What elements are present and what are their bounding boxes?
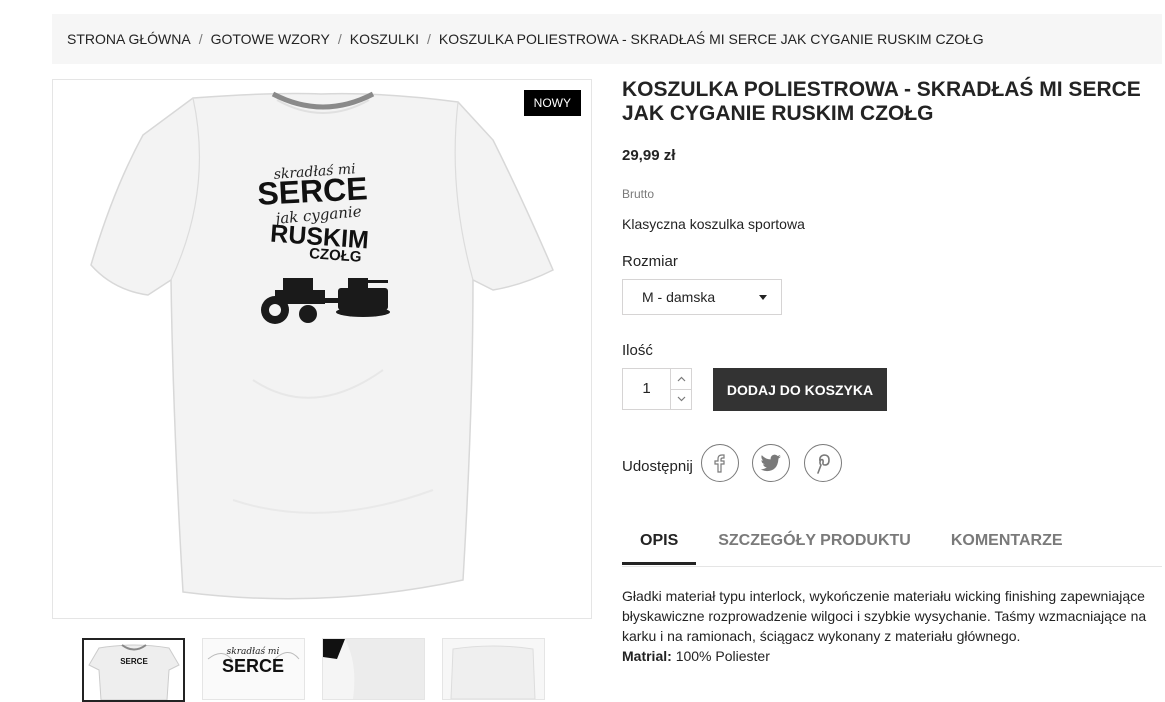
product-tabs: Opis Szczegóły produktu Komentarze xyxy=(622,521,1162,567)
thumbnail-strip: SERCE skradłaś mi SERCE xyxy=(82,638,545,702)
quantity-decrease-button[interactable] xyxy=(670,389,692,409)
breadcrumb-link-tshirts[interactable]: Koszulki xyxy=(350,31,419,47)
share-pinterest-button[interactable] xyxy=(804,444,842,482)
pinterest-icon xyxy=(817,454,830,474)
share-label: Udostępnij xyxy=(622,458,693,475)
add-to-cart-button[interactable]: Dodaj do koszyka xyxy=(713,368,887,411)
share-facebook-button[interactable] xyxy=(701,444,739,482)
breadcrumb-item-home[interactable]: Strona główna xyxy=(67,31,191,47)
product-price: 29,99 zł xyxy=(622,147,676,164)
size-select[interactable]: M - damska xyxy=(622,279,782,315)
breadcrumb-link-home[interactable]: Strona główna xyxy=(67,31,191,47)
material-label: Matrial: xyxy=(622,648,672,664)
thumbnail-2-print: SERCE xyxy=(222,656,284,676)
tax-label: Brutto xyxy=(622,187,655,201)
tab-product-details[interactable]: Szczegóły produktu xyxy=(700,521,929,564)
quantity-increase-button[interactable] xyxy=(670,369,692,390)
thumbnail-3[interactable] xyxy=(322,638,425,700)
thumbnail-4[interactable] xyxy=(442,638,545,700)
breadcrumb-separator: / xyxy=(198,31,203,47)
thumbnail-1-print: SERCE xyxy=(120,657,148,666)
breadcrumb-separator: / xyxy=(337,31,342,47)
tab-description[interactable]: Opis xyxy=(622,521,697,565)
chevron-up-icon xyxy=(677,376,686,382)
material-line: Matrial: 100% Poliester xyxy=(622,646,1157,666)
breadcrumb-separator: / xyxy=(426,31,431,47)
breadcrumb-link-templates[interactable]: Gotowe wzory xyxy=(211,31,330,47)
share-twitter-button[interactable] xyxy=(752,444,790,482)
thumbnail-4-image xyxy=(443,639,544,699)
quantity-input[interactable]: 1 xyxy=(623,369,670,409)
product-short-description: Klasyczna koszulka sportowa xyxy=(622,216,805,232)
chevron-down-icon xyxy=(759,295,767,300)
quantity-label: Ilość xyxy=(622,342,653,359)
facebook-icon xyxy=(714,454,725,473)
breadcrumb-current-product[interactable]: Koszulka poliestrowa - Skradłaś mi serce… xyxy=(439,31,984,47)
size-label: Rozmiar xyxy=(622,253,678,270)
material-value: 100% Poliester xyxy=(675,648,770,664)
product-main-image[interactable]: skradłaś mi SERCE jak cyganie RUSKIM CZO… xyxy=(52,79,592,619)
tshirt-image: skradłaś mi SERCE jak cyganie RUSKIM CZO… xyxy=(90,91,554,600)
tab-comments[interactable]: Komentarze xyxy=(933,521,1081,564)
size-select-value: M - damska xyxy=(642,289,716,305)
thumbnail-2[interactable]: skradłaś mi SERCE xyxy=(202,638,305,700)
quantity-stepper: 1 xyxy=(622,368,692,410)
twitter-icon xyxy=(760,454,781,472)
thumbnail-1-image: SERCE xyxy=(88,644,180,700)
thumbnail-1[interactable]: SERCE xyxy=(82,638,185,702)
thumbnail-3-image xyxy=(323,639,424,699)
breadcrumb: Strona główna / Gotowe wzory / Koszulki / K… xyxy=(52,14,1162,64)
product-description: Gładki materiał typu interlock, wykończe… xyxy=(622,586,1157,666)
new-badge: Nowy xyxy=(523,90,581,116)
chevron-down-icon xyxy=(677,396,686,402)
product-title: Koszulka poliestrowa - Skradłaś mi serce… xyxy=(622,78,1141,125)
thumbnail-2-image: skradłaś mi SERCE xyxy=(203,639,304,699)
description-text: Gładki materiał typu interlock, wykończe… xyxy=(622,588,1147,644)
